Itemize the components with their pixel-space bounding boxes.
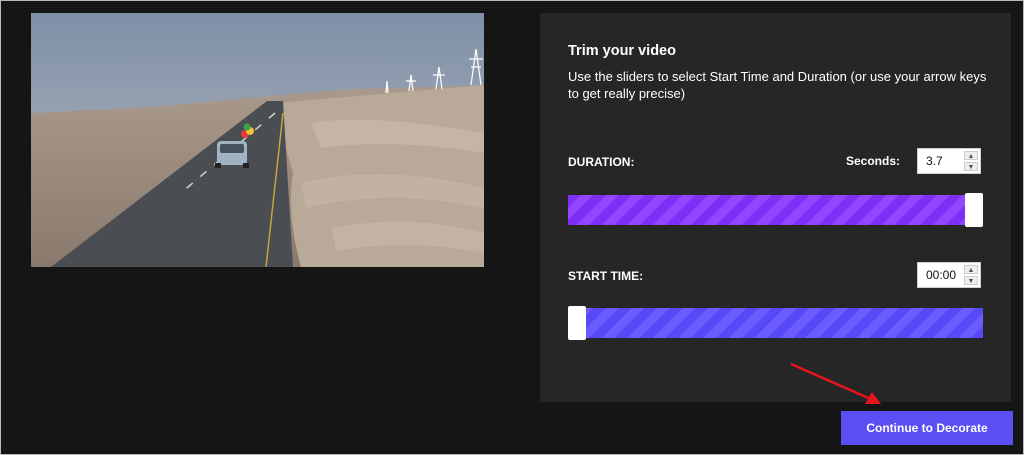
duration-slider[interactable] [568,193,983,227]
video-thumbnail-image [31,13,484,267]
editor-frame: Trim your video Use the sliders to selec… [0,0,1024,455]
duration-value-field[interactable] [918,149,964,173]
continue-to-decorate-button[interactable]: Continue to Decorate [841,411,1013,445]
trim-panel: Trim your video Use the sliders to selec… [540,13,1011,402]
spin-up-icon[interactable]: ▲ [964,265,978,274]
trim-title: Trim your video [568,43,676,59]
start-time-slider-track[interactable] [568,308,983,338]
trim-description: Use the sliders to select Start Time and… [568,69,987,101]
start-time-input[interactable]: ▲ ▼ [917,262,981,288]
start-time-spinner[interactable]: ▲ ▼ [964,265,978,285]
start-time-label: START TIME: [568,269,644,283]
duration-slider-track[interactable] [568,195,983,225]
start-time-slider[interactable] [568,306,983,340]
spin-down-icon[interactable]: ▼ [964,276,978,285]
seconds-label: Seconds: [846,154,901,168]
duration-label: DURATION: [568,155,635,169]
start-time-value-field[interactable] [918,263,964,287]
duration-spinner[interactable]: ▲ ▼ [964,151,978,171]
duration-seconds-input[interactable]: ▲ ▼ [917,148,981,174]
video-preview[interactable] [31,13,484,267]
start-time-slider-handle[interactable] [568,306,586,340]
spin-down-icon[interactable]: ▼ [964,162,978,171]
spin-up-icon[interactable]: ▲ [964,151,978,160]
duration-slider-handle[interactable] [965,193,983,227]
annotation-arrow-icon [790,362,881,404]
